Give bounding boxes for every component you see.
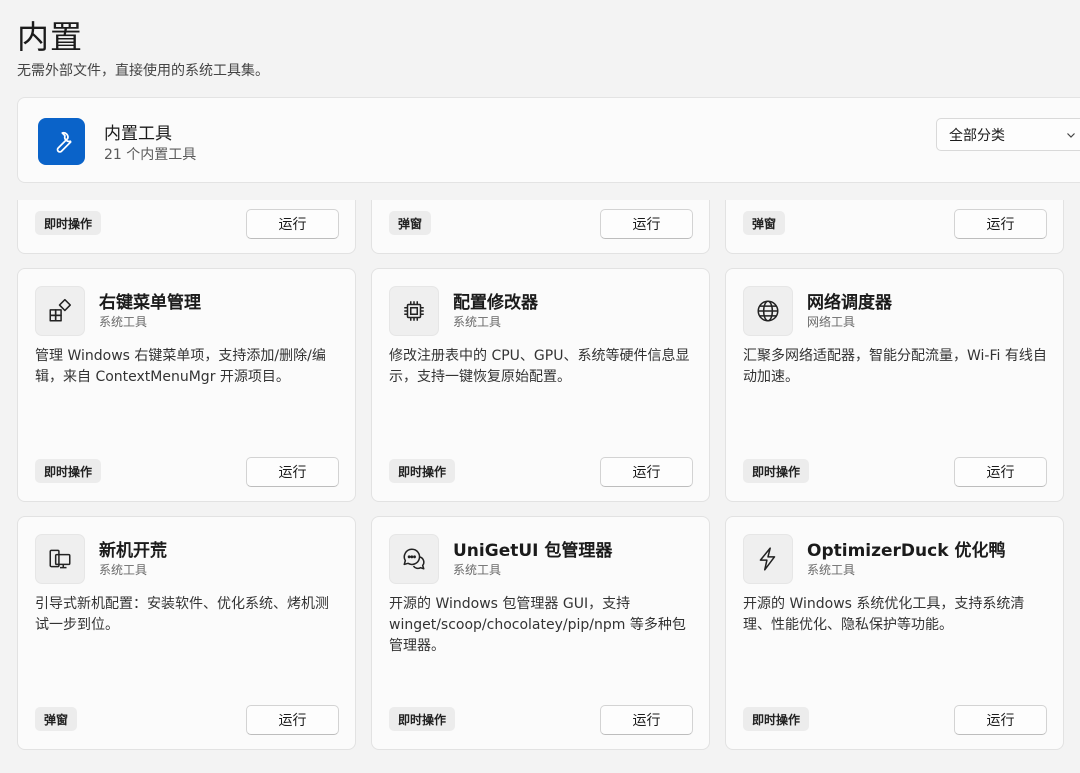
run-button[interactable]: 运行 [600,705,693,735]
tool-category: 系统工具 [453,315,502,329]
tool-card-config-modifier: 配置修改器 系统工具 修改注册表中的 CPU、GPU、系统等硬件信息显示，支持一… [371,268,710,502]
tool-type-tag: 弹窗 [35,707,78,731]
chip-icon [389,286,439,336]
header-title: 内置工具 [104,124,172,144]
category-filter-value: 全部分类 [949,127,1005,144]
tool-card: 即时操作 运行 [17,200,356,254]
tool-card-unigetui: UniGetUI 包管理器 系统工具 开源的 Windows 包管理器 GUI，… [371,516,710,750]
builtin-tools-header: 内置工具 21 个内置工具 全部分类 [17,97,1080,183]
tool-type-tag: 弹窗 [743,211,786,235]
page-subtitle: 无需外部文件，直接使用的系统工具集。 [17,63,269,79]
tool-description: 引导式新机配置：安装软件、优化系统、烤机测试一步到位。 [35,596,329,633]
tool-title: UniGetUI 包管理器 [453,541,613,561]
tool-count: 21 个内置工具 [104,147,197,163]
run-button[interactable]: 运行 [600,209,693,239]
context-menu-icon [35,286,85,336]
tool-card-network-scheduler: 网络调度器 网络工具 汇聚多网络适配器，智能分配流量，Wi-Fi 有线自动加速。… [725,268,1064,502]
tool-card: 弹窗 运行 [371,200,710,254]
tool-card-optimizerduck: OptimizerDuck 优化鸭 系统工具 开源的 Windows 系统优化工… [725,516,1064,750]
tool-type-tag: 即时操作 [389,707,456,731]
run-button[interactable]: 运行 [246,209,339,239]
run-button[interactable]: 运行 [954,457,1047,487]
wrench-icon [38,118,85,165]
tool-description: 开源的 Windows 包管理器 GUI，支持 winget/scoop/cho… [389,596,686,654]
tool-category: 系统工具 [99,315,148,329]
lightning-icon [743,534,793,584]
run-button[interactable]: 运行 [246,457,339,487]
run-button[interactable]: 运行 [246,705,339,735]
tool-title: OptimizerDuck 优化鸭 [807,541,1006,561]
tool-title: 网络调度器 [807,293,892,313]
tool-type-tag: 即时操作 [743,459,810,483]
new-pc-icon [35,534,85,584]
tool-description: 汇聚多网络适配器，智能分配流量，Wi-Fi 有线自动加速。 [743,348,1047,385]
tool-type-tag: 弹窗 [389,211,432,235]
tool-title: 右键菜单管理 [99,293,201,313]
run-button[interactable]: 运行 [954,705,1047,735]
tool-category: 系统工具 [99,563,148,577]
chat-bubbles-icon [389,534,439,584]
tool-card-context-menu: 右键菜单管理 系统工具 管理 Windows 右键菜单项，支持添加/删除/编辑，… [17,268,356,502]
run-button[interactable]: 运行 [600,457,693,487]
chevron-down-icon [1065,129,1077,141]
tool-card: 弹窗 运行 [725,200,1064,254]
tool-title: 新机开荒 [99,541,167,561]
page-title: 内置 [17,18,84,56]
tool-type-tag: 即时操作 [35,211,102,235]
category-filter-dropdown[interactable]: 全部分类 [936,118,1080,151]
tool-category: 系统工具 [807,563,856,577]
tools-grid: 即时操作 运行 弹窗 运行 弹窗 运行 右键菜单管理 系统工具 管理 Windo… [0,200,1080,773]
tool-type-tag: 即时操作 [743,707,810,731]
tool-category: 系统工具 [453,563,502,577]
run-button[interactable]: 运行 [954,209,1047,239]
tool-description: 修改注册表中的 CPU、GPU、系统等硬件信息显示，支持一键恢复原始配置。 [389,348,690,385]
tool-type-tag: 即时操作 [389,459,456,483]
tool-card-new-pc-setup: 新机开荒 系统工具 引导式新机配置：安装软件、优化系统、烤机测试一步到位。 弹窗… [17,516,356,750]
tool-title: 配置修改器 [453,293,538,313]
tool-description: 开源的 Windows 系统优化工具，支持系统清理、性能优化、隐私保护等功能。 [743,596,1025,633]
tool-description: 管理 Windows 右键菜单项，支持添加/删除/编辑，来自 ContextMe… [35,348,326,385]
tool-category: 网络工具 [807,315,856,329]
globe-icon [743,286,793,336]
tool-type-tag: 即时操作 [35,459,102,483]
